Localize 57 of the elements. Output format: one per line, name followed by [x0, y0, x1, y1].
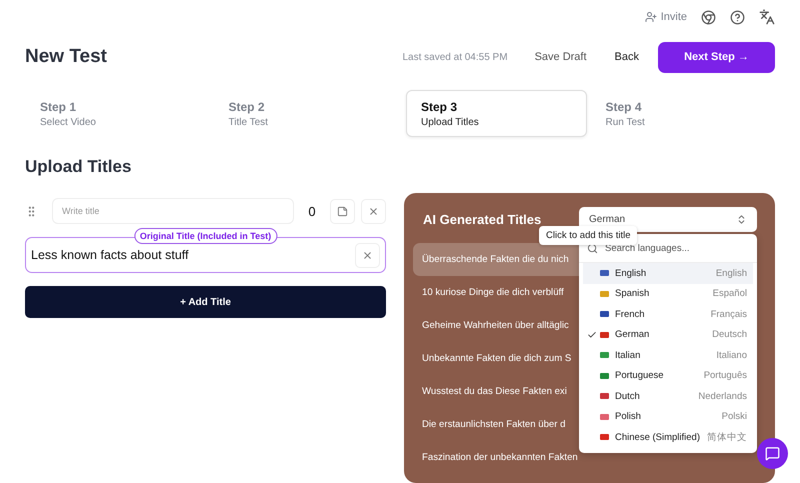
- add-title-button[interactable]: + Add Title: [25, 286, 386, 318]
- step-subtitle: Upload Titles: [421, 117, 480, 128]
- last-saved-text: Last saved at 04:55 PM: [402, 52, 508, 62]
- step-tab[interactable]: Step 4 Run Test: [590, 90, 775, 137]
- step-tab[interactable]: Step 3 Upload Titles: [406, 90, 586, 137]
- ai-title-item[interactable]: Die erstaunlichsten Fakten über d: [413, 408, 579, 441]
- step-title: Step 3: [421, 100, 458, 114]
- invite-button[interactable]: Invite: [644, 11, 687, 23]
- ai-title-item[interactable]: Wusstest du das Diese Fakten exi: [413, 375, 579, 408]
- step-tab[interactable]: Step 1 Select Video: [25, 90, 210, 137]
- back-button[interactable]: Back: [606, 43, 648, 71]
- ai-title-item[interactable]: Geheime Wahrheiten über alltäglic: [413, 309, 579, 342]
- language-option[interactable]: Chinese (Simplified) 简体中文: [583, 427, 753, 448]
- next-step-button[interactable]: Next Step →: [658, 42, 775, 72]
- remove-button[interactable]: [355, 242, 380, 268]
- step-tab[interactable]: Step 2 Title Test: [214, 90, 398, 137]
- chat-icon: [765, 446, 780, 461]
- chevron-updown-icon: [736, 214, 747, 224]
- ai-title-item[interactable]: 10 kuriose Dinge die dich verblüff: [413, 276, 579, 309]
- translate-icon[interactable]: [759, 9, 775, 25]
- original-title-text: Less known facts about stuff: [31, 248, 190, 262]
- close-icon: [368, 206, 379, 216]
- original-title-badge: Original Title (Included in Test): [134, 228, 278, 244]
- ai-title-item[interactable]: Faszination der unbekannten Fakten: [413, 441, 579, 474]
- step-subtitle: Title Test: [228, 117, 269, 128]
- language-option[interactable]: Italian Italiano: [583, 345, 753, 366]
- language-option[interactable]: Polish Polski: [583, 406, 753, 427]
- ai-title-item[interactable]: Unbekannte Fakten die dich zum S: [413, 342, 579, 375]
- section-title: Upload Titles: [25, 157, 132, 177]
- chat-button[interactable]: [757, 438, 788, 469]
- close-icon: [362, 250, 373, 260]
- ai-title-item[interactable]: Überraschende Fakten die du nich: [413, 243, 579, 276]
- language-option[interactable]: French Français: [583, 304, 753, 324]
- search-icon: [587, 242, 598, 254]
- help-icon[interactable]: [730, 10, 745, 24]
- step-title: Step 4: [606, 100, 643, 114]
- character-count: 0: [307, 204, 317, 218]
- language-option[interactable]: Spanish Español: [583, 284, 753, 304]
- browser-icon[interactable]: [701, 10, 716, 24]
- remove-button[interactable]: [361, 198, 386, 224]
- step-subtitle: Select Video: [40, 117, 97, 128]
- add-user-icon: [644, 11, 657, 23]
- page-title: New Test: [25, 46, 108, 68]
- language-option[interactable]: German Deutsch: [583, 324, 753, 345]
- note-icon: [337, 206, 348, 216]
- language-option[interactable]: English English: [583, 263, 753, 284]
- panel-title: AI Generated Titles: [423, 212, 542, 226]
- step-title: Step 1: [40, 100, 78, 114]
- tooltip: Click to add this title: [539, 226, 638, 245]
- language-option[interactable]: Portuguese Português: [583, 366, 753, 386]
- language-select[interactable]: German: [579, 206, 757, 232]
- step-title: Step 2: [228, 100, 266, 114]
- language-option[interactable]: Dutch Nederlands: [583, 386, 753, 406]
- save-draft-button[interactable]: Save Draft: [526, 43, 596, 71]
- title-input[interactable]: Write title: [52, 198, 294, 224]
- note-button[interactable]: [330, 198, 355, 224]
- step-subtitle: Run Test: [606, 117, 646, 128]
